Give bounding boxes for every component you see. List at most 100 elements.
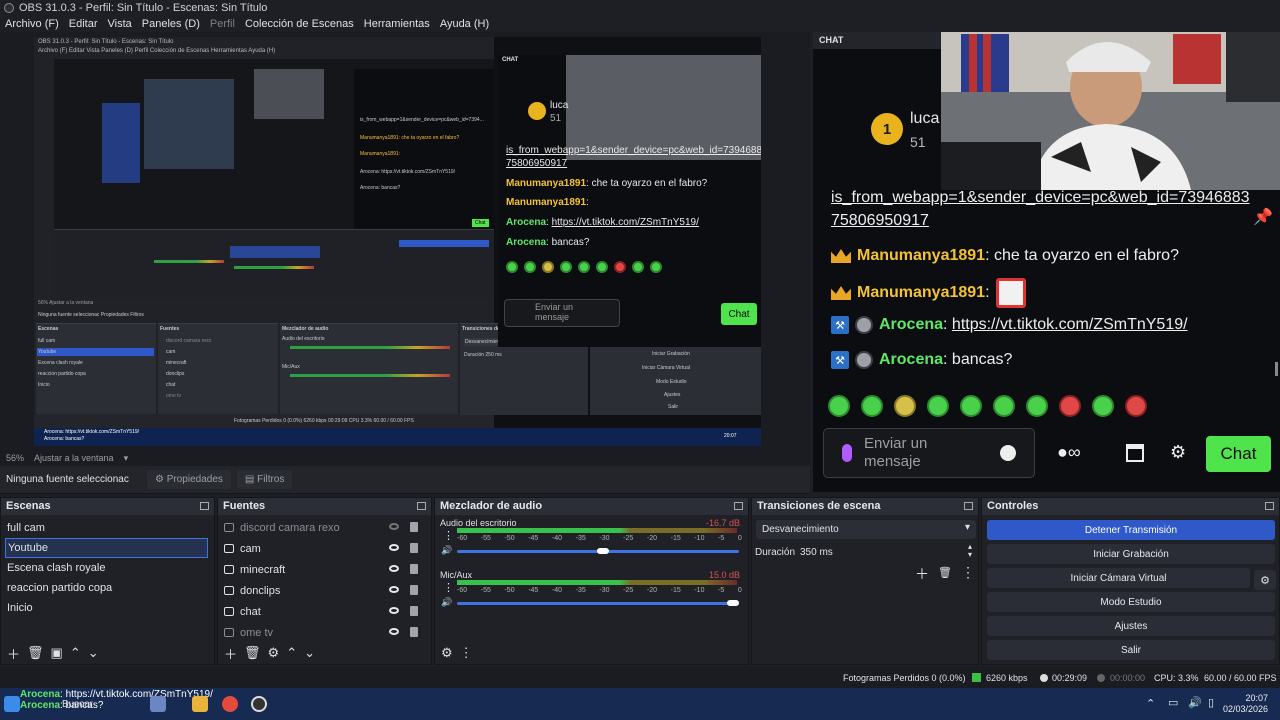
transition-menu-icon[interactable]: ⋮: [961, 564, 975, 581]
duration-spinbox[interactable]: 350 ms ▴ ▾: [796, 543, 976, 562]
emote-icon[interactable]: [993, 395, 1015, 417]
eye-icon[interactable]: [389, 586, 399, 593]
taskview-icon[interactable]: [150, 696, 166, 712]
chat-url-1[interactable]: is_from_webapp=1&sender_device=pc&web_id…: [831, 189, 1250, 207]
chat-scrollbar[interactable]: [1275, 362, 1278, 376]
move-up-icon[interactable]: ⌃: [70, 645, 81, 661]
remove-scene-icon[interactable]: 🗑: [27, 645, 44, 661]
slider-knob[interactable]: [727, 600, 739, 606]
store-icon[interactable]: [1126, 444, 1144, 462]
menu-item-5[interactable]: Colección de Escenas: [240, 18, 359, 30]
lock-icon[interactable]: [410, 543, 418, 553]
control-button[interactable]: Salir: [987, 640, 1275, 660]
volume-slider[interactable]: [457, 548, 739, 554]
lock-icon[interactable]: [410, 564, 418, 574]
mixer-menu-icon[interactable]: ⋮: [460, 645, 473, 661]
spin-arrows-icon[interactable]: ▴ ▾: [968, 543, 972, 559]
source-item[interactable]: donclips: [218, 580, 431, 601]
scene-item[interactable]: Inicio: [1, 598, 214, 618]
virtual-camera-settings-icon[interactable]: ⚙: [1254, 570, 1276, 590]
emote-icon[interactable]: [960, 395, 982, 417]
lock-icon[interactable]: [410, 627, 418, 637]
scene-filters-icon[interactable]: ▣: [51, 645, 63, 661]
add-transition-icon[interactable]: ＋: [915, 564, 929, 584]
start-menu-icon[interactable]: [4, 696, 20, 712]
menu-item-4[interactable]: Perfil: [205, 18, 240, 30]
control-button[interactable]: Ajustes: [987, 616, 1275, 636]
control-button[interactable]: Iniciar Cámara Virtual: [987, 568, 1250, 588]
float-dock-icon[interactable]: [417, 502, 426, 510]
channel-menu-icon[interactable]: ⋮: [443, 581, 454, 594]
advanced-audio-icon[interactable]: ⚙: [441, 645, 453, 661]
network-icon[interactable]: ▭: [1168, 696, 1178, 709]
source-properties-icon[interactable]: ⚙: [268, 645, 280, 661]
chat-username[interactable]: Manumanya1891: [857, 284, 985, 301]
emote-icon[interactable]: [1092, 395, 1114, 417]
float-dock-icon[interactable]: [200, 502, 209, 510]
chat-username[interactable]: Manumanya1891: [857, 247, 985, 264]
chat-link[interactable]: https://vt.tiktok.com/ZSmTnY519/: [952, 316, 1188, 333]
eye-icon[interactable]: [389, 544, 399, 551]
menu-item-7[interactable]: Ayuda (H): [435, 18, 494, 30]
emote-icon[interactable]: [861, 395, 883, 417]
volume-slider[interactable]: [457, 600, 739, 606]
channel-menu-icon[interactable]: ⋮: [443, 529, 454, 542]
lock-icon[interactable]: [410, 606, 418, 616]
remove-source-icon[interactable]: 🗑: [244, 645, 261, 661]
remove-transition-icon[interactable]: 🗑: [938, 566, 952, 579]
add-scene-icon[interactable]: ＋: [7, 644, 20, 663]
program-canvas[interactable]: OBS 31.0.3 - Perfil: Sin Título - Escena…: [34, 37, 761, 446]
chat-send-button[interactable]: Chat: [1206, 436, 1271, 472]
menu-item-0[interactable]: Archivo (F): [0, 18, 64, 30]
slider-knob[interactable]: [597, 548, 610, 554]
float-dock-icon[interactable]: [964, 502, 973, 510]
folder-icon[interactable]: [192, 696, 208, 712]
menu-item-3[interactable]: Paneles (D): [137, 18, 205, 30]
preview-area[interactable]: OBS 31.0.3 - Perfil: Sin Título - Escena…: [0, 32, 810, 450]
chat-url-2[interactable]: 75806950917: [831, 212, 929, 230]
scene-item[interactable]: Youtube: [5, 538, 208, 558]
eye-icon[interactable]: [389, 607, 399, 614]
chevron-down-icon[interactable]: ▾: [124, 453, 129, 464]
tray-chevron-icon[interactable]: ⌃: [1146, 697, 1155, 710]
emote-icon[interactable]: [927, 395, 949, 417]
lock-icon[interactable]: [410, 585, 418, 595]
chrome-icon[interactable]: [222, 696, 238, 712]
menu-item-6[interactable]: Herramientas: [359, 18, 435, 30]
move-down-icon[interactable]: ⌄: [88, 645, 99, 661]
transition-select[interactable]: Desvanecimiento ▾: [756, 520, 976, 539]
speaker-icon[interactable]: 🔊: [441, 597, 452, 608]
control-button[interactable]: Modo Estudio: [987, 592, 1275, 612]
emoji-picker-icon[interactable]: [1000, 445, 1016, 461]
move-up-icon[interactable]: ⌃: [286, 645, 297, 661]
scene-item[interactable]: reaccion partido copa: [1, 578, 214, 598]
source-item[interactable]: chat: [218, 601, 431, 622]
control-button[interactable]: Detener Transmisión: [987, 520, 1275, 540]
emote-icon[interactable]: [1059, 395, 1081, 417]
battery-icon[interactable]: ▯: [1208, 696, 1214, 709]
search-box[interactable]: Buscar: [62, 699, 93, 710]
add-source-icon[interactable]: ＋: [224, 644, 237, 663]
move-down-icon[interactable]: ⌄: [304, 645, 315, 661]
emote-icon[interactable]: [828, 395, 850, 417]
float-dock-icon[interactable]: [1265, 502, 1274, 510]
chat-username[interactable]: Arocena: [879, 351, 943, 368]
source-item[interactable]: minecraft: [218, 559, 431, 580]
properties-button[interactable]: ⚙ Propiedades: [147, 470, 231, 489]
chat-settings-icon[interactable]: ⚙: [1170, 442, 1186, 463]
emote-icon[interactable]: [1125, 395, 1147, 417]
obs-taskbar-icon[interactable]: [251, 696, 267, 712]
filters-button[interactable]: ▤ Filtros: [236, 470, 293, 489]
chat-username[interactable]: Arocena: [879, 316, 943, 333]
channel-points-icon[interactable]: ●∞: [1057, 442, 1081, 463]
lock-icon[interactable]: [410, 522, 418, 532]
float-dock-icon[interactable]: [734, 502, 743, 510]
eye-icon[interactable]: [389, 565, 399, 572]
emote-icon[interactable]: [1026, 395, 1048, 417]
emote-icon[interactable]: [894, 395, 916, 417]
speaker-icon[interactable]: 🔊: [441, 545, 452, 556]
source-item[interactable]: discord camara rexo: [218, 517, 431, 538]
control-button[interactable]: Iniciar Grabación: [987, 544, 1275, 564]
pin-icon[interactable]: 📌: [1253, 207, 1273, 227]
scene-item[interactable]: full cam: [1, 518, 214, 538]
